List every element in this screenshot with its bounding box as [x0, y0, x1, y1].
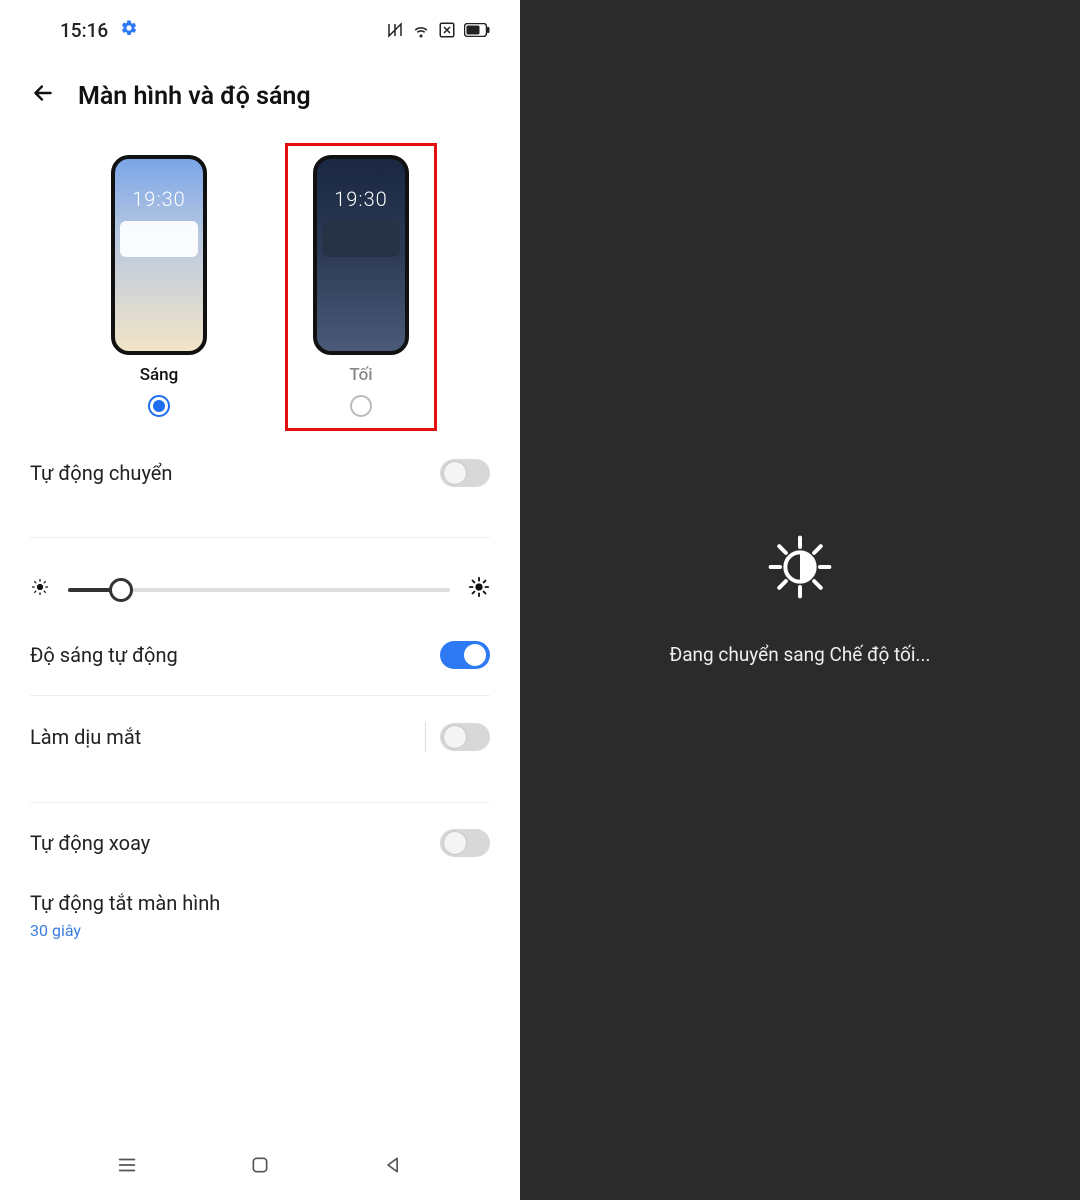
vertical-divider — [425, 722, 426, 752]
battery-icon — [464, 23, 490, 37]
slider-thumb[interactable] — [109, 578, 133, 602]
nav-home-button[interactable] — [247, 1152, 273, 1178]
divider — [30, 537, 490, 538]
nav-recent-button[interactable] — [114, 1152, 140, 1178]
settings-screen: 15:16 Màn hình và độ sáng — [0, 0, 520, 1200]
label-auto-rotate: Tự động xoay — [30, 831, 150, 855]
nav-back-button[interactable] — [380, 1152, 406, 1178]
radio-dark[interactable] — [350, 395, 372, 417]
divider — [30, 695, 490, 696]
close-box-icon — [438, 21, 456, 39]
theme-label-dark: Tối — [349, 365, 372, 385]
nfc-icon — [386, 21, 404, 39]
label-auto-brightness: Độ sáng tự động — [30, 643, 178, 667]
preview-time-light: 19:30 — [115, 187, 203, 211]
phone-preview-light: 19:30 — [111, 155, 207, 355]
brightness-slider[interactable] — [68, 588, 450, 592]
transition-message: Đang chuyển sang Chế độ tối... — [669, 643, 930, 666]
row-auto-rotate[interactable]: Tự động xoay — [0, 811, 520, 875]
page-title: Màn hình và độ sáng — [78, 82, 311, 111]
row-eye-comfort[interactable]: Làm dịu mắt — [0, 704, 520, 770]
gear-icon — [120, 19, 138, 42]
theme-option-light[interactable]: 19:30 Sáng — [83, 143, 235, 431]
row-screen-off[interactable]: Tự động tắt màn hình 30 giây — [0, 875, 520, 960]
theme-option-dark[interactable]: 19:30 Tối — [285, 143, 437, 431]
sun-high-icon — [468, 576, 490, 603]
value-screen-off: 30 giây — [30, 921, 490, 940]
label-screen-off: Tự động tắt màn hình — [30, 891, 490, 915]
nav-bar — [0, 1130, 520, 1200]
theme-label-light: Sáng — [140, 365, 179, 385]
brightness-icon — [768, 535, 832, 603]
status-bar: 15:16 — [0, 0, 520, 50]
toggle-auto-switch[interactable] — [440, 459, 490, 487]
toggle-auto-brightness[interactable] — [440, 641, 490, 669]
phone-preview-dark: 19:30 — [313, 155, 409, 355]
sun-low-icon — [30, 577, 50, 602]
header: Màn hình và độ sáng — [0, 50, 520, 123]
label-eye-comfort: Làm dịu mắt — [30, 725, 141, 749]
transition-screen: Đang chuyển sang Chế độ tối... — [520, 0, 1080, 1200]
toggle-auto-rotate[interactable] — [440, 829, 490, 857]
wifi-icon — [412, 21, 430, 39]
status-left: 15:16 — [60, 19, 138, 42]
preview-bar — [120, 221, 198, 257]
divider — [30, 802, 490, 803]
preview-time-dark: 19:30 — [317, 187, 405, 211]
brightness-slider-row — [0, 546, 520, 623]
back-button[interactable] — [30, 80, 56, 113]
row-auto-brightness[interactable]: Độ sáng tự động — [0, 623, 520, 687]
toggle-eye-comfort[interactable] — [440, 723, 490, 751]
theme-selector: 19:30 Sáng 19:30 Tối — [0, 123, 520, 441]
radio-light[interactable] — [148, 395, 170, 417]
row-auto-switch[interactable]: Tự động chuyển — [0, 441, 520, 505]
status-right — [386, 21, 490, 39]
status-time: 15:16 — [60, 19, 108, 42]
preview-bar — [322, 221, 400, 257]
label-auto-switch: Tự động chuyển — [30, 461, 172, 485]
